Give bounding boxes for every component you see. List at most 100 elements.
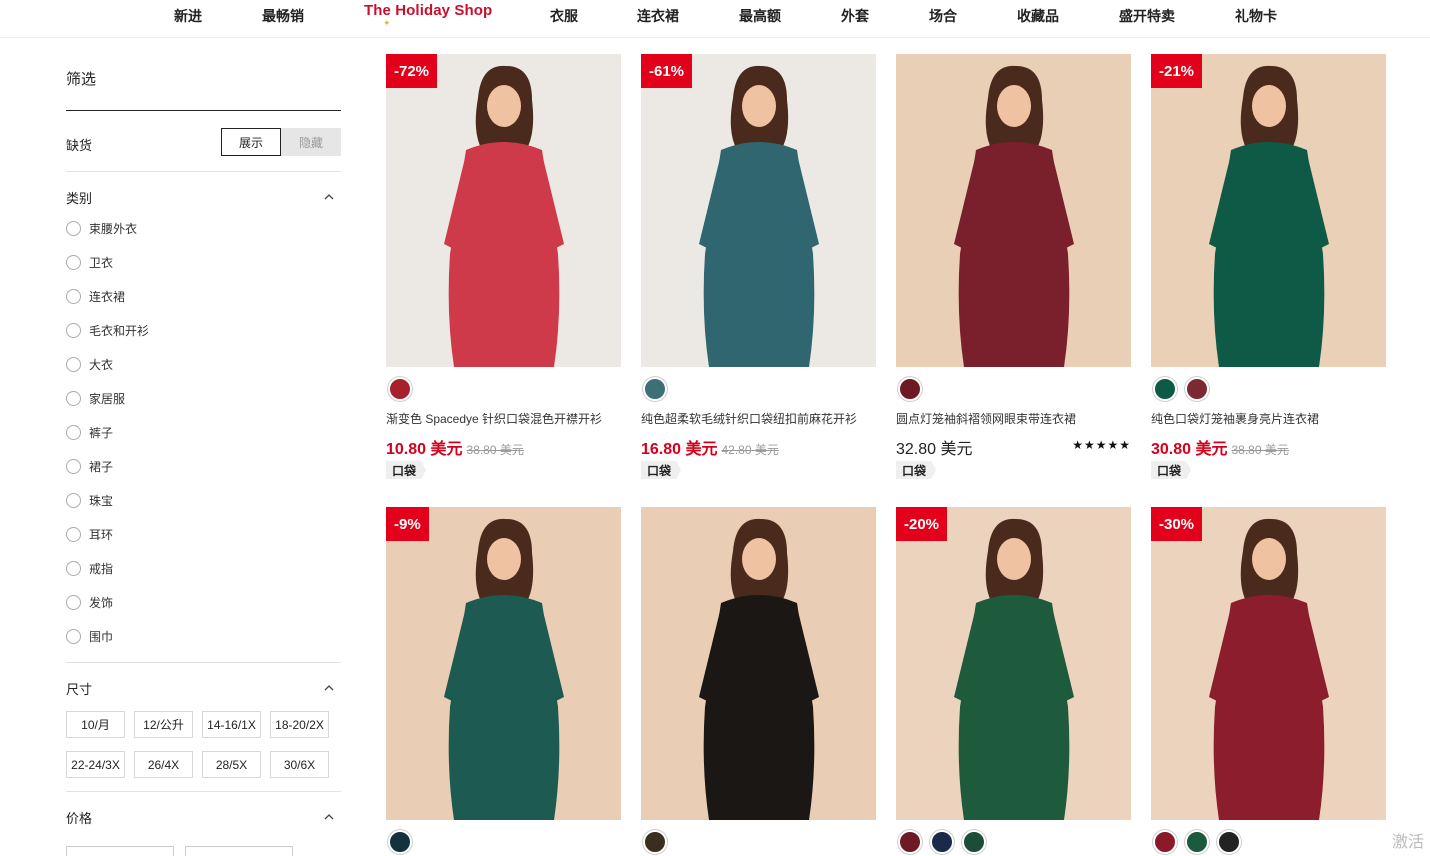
product-name[interactable]: 纯色超柔软毛绒针织口袋纽扣前麻花开衫 (641, 410, 876, 427)
radio-icon[interactable] (66, 560, 81, 576)
chevron-up-icon[interactable] (324, 812, 334, 822)
category-item[interactable]: 发饰 (66, 593, 113, 611)
color-swatch[interactable] (1153, 377, 1177, 401)
original-price: 38.80 美元 (1231, 443, 1289, 457)
size-option[interactable]: 10/月 (66, 711, 125, 738)
category-item[interactable]: 束腰外衣 (66, 219, 137, 237)
category-item[interactable]: 耳环 (66, 525, 113, 543)
product-name[interactable]: 纯色口袋灯笼袖裹身亮片连衣裙 (1151, 410, 1386, 427)
color-swatch[interactable] (1217, 830, 1241, 854)
radio-icon[interactable] (66, 458, 81, 474)
category-title[interactable]: 类别 (66, 188, 92, 207)
size-option[interactable]: 26/4X (134, 751, 193, 778)
model-photo-icon (1209, 518, 1329, 820)
radio-icon[interactable] (66, 220, 81, 236)
product-image[interactable]: -30% (1151, 507, 1386, 820)
model-photo-icon (699, 518, 819, 820)
nav-bloom-sale[interactable]: 盛开特卖 (1119, 6, 1175, 26)
category-item[interactable]: 家居服 (66, 389, 125, 407)
size-option[interactable]: 28/5X (202, 751, 261, 778)
nav-holiday-shop[interactable]: The Holiday Shop (364, 2, 492, 19)
nav-outerwear[interactable]: 外套 (841, 6, 869, 26)
radio-icon[interactable] (66, 322, 81, 338)
category-item[interactable]: 大衣 (66, 355, 113, 373)
section-divider (66, 171, 341, 172)
color-swatches (1153, 377, 1209, 401)
radio-icon[interactable] (66, 356, 81, 372)
category-item[interactable]: 连衣裙 (66, 287, 125, 305)
chevron-up-icon[interactable] (324, 683, 334, 693)
color-swatches (1153, 830, 1241, 854)
color-swatch[interactable] (962, 830, 986, 854)
discount-badge: -9% (386, 507, 429, 541)
nav-bestsellers[interactable]: 最畅销 (262, 6, 304, 26)
rating-stars-icon: ★★★★★ (1072, 438, 1131, 452)
product-image[interactable]: -20% (896, 507, 1131, 820)
color-swatch[interactable] (1185, 830, 1209, 854)
color-swatch[interactable] (388, 830, 412, 854)
category-item[interactable]: 围巾 (66, 627, 113, 645)
size-option[interactable]: 18-20/2X (270, 711, 329, 738)
product-price: 10.80 美元 (386, 441, 463, 458)
discount-badge: -30% (1151, 507, 1203, 541)
radio-icon[interactable] (66, 526, 81, 542)
model-photo-icon (444, 65, 564, 367)
price-title[interactable]: 价格 (66, 808, 92, 827)
product-name[interactable]: 圆点灯笼袖斜褶领网眼束带连衣裙 (896, 410, 1131, 427)
product-price: 16.80 美元 (641, 441, 718, 458)
category-item[interactable]: 裤子 (66, 423, 113, 441)
nav-occasion[interactable]: 场合 (929, 6, 957, 26)
product-image[interactable]: -72% (386, 54, 621, 367)
feature-tag: 口袋 (1151, 461, 1192, 479)
radio-icon[interactable] (66, 390, 81, 406)
color-swatches (898, 830, 986, 854)
nav-gift-card[interactable]: 礼物卡 (1235, 6, 1277, 26)
hide-button[interactable]: 隐藏 (281, 128, 341, 156)
radio-icon[interactable] (66, 288, 81, 304)
chevron-up-icon[interactable] (324, 192, 334, 202)
original-price: 38.80 美元 (466, 443, 524, 457)
color-swatch[interactable] (898, 377, 922, 401)
size-title[interactable]: 尺寸 (66, 679, 92, 698)
price-max-input[interactable] (185, 846, 293, 856)
category-item[interactable]: 卫衣 (66, 253, 113, 271)
category-item[interactable]: 裙子 (66, 457, 113, 475)
product-name[interactable]: 渐变色 Spacedye 针织口袋混色开襟开衫 (386, 410, 621, 427)
product-image[interactable]: -9% (386, 507, 621, 820)
model-photo-icon (1209, 65, 1329, 367)
product-image[interactable]: -61% (641, 54, 876, 367)
model-photo-icon (954, 518, 1074, 820)
category-item[interactable]: 珠宝 (66, 491, 113, 509)
model-photo-icon (954, 65, 1074, 367)
color-swatch[interactable] (1185, 377, 1209, 401)
price-min-input[interactable] (66, 846, 174, 856)
product-image[interactable]: -21% (1151, 54, 1386, 367)
color-swatch[interactable] (898, 830, 922, 854)
color-swatch[interactable] (643, 830, 667, 854)
nav-dresses[interactable]: 连衣裙 (637, 6, 679, 26)
color-swatch[interactable] (930, 830, 954, 854)
color-swatch[interactable] (643, 377, 667, 401)
category-item[interactable]: 戒指 (66, 559, 113, 577)
nav-clothing[interactable]: 衣服 (550, 6, 578, 26)
product-image[interactable] (641, 507, 876, 820)
nav-top-amount[interactable]: 最高额 (739, 6, 781, 26)
color-swatch[interactable] (1153, 830, 1177, 854)
size-option[interactable]: 22-24/3X (66, 751, 125, 778)
activate-watermark: 激活 (1391, 834, 1424, 851)
nav-collections[interactable]: 收藏品 (1017, 6, 1059, 26)
nav-new[interactable]: 新进 (174, 6, 202, 26)
radio-icon[interactable] (66, 492, 81, 508)
radio-icon[interactable] (66, 424, 81, 440)
size-option[interactable]: 30/6X (270, 751, 329, 778)
category-item[interactable]: 毛衣和开衫 (66, 321, 149, 339)
color-swatch[interactable] (388, 377, 412, 401)
size-option[interactable]: 12/公升 (134, 711, 193, 738)
show-button[interactable]: 展示 (221, 128, 281, 156)
size-option[interactable]: 14-16/1X (202, 711, 261, 738)
radio-icon[interactable] (66, 628, 81, 644)
radio-icon[interactable] (66, 254, 81, 270)
product-image[interactable] (896, 54, 1131, 367)
radio-icon[interactable] (66, 594, 81, 610)
discount-badge: -72% (386, 54, 438, 88)
